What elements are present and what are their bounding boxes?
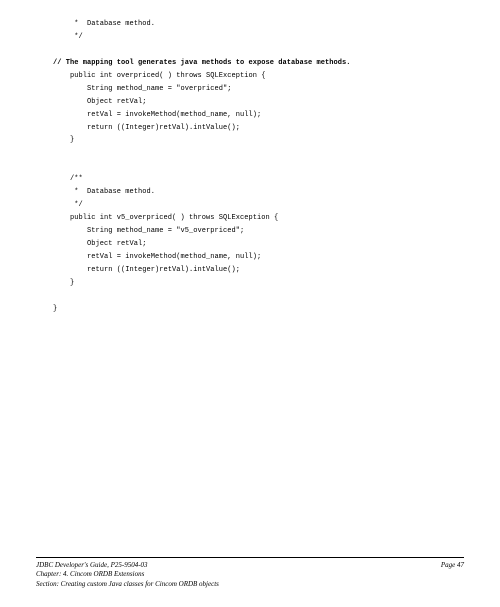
code-line: * Database method.: [36, 20, 155, 28]
code-line: return ((Integer)retVal).intValue();: [36, 266, 240, 274]
code-line: */: [36, 33, 83, 41]
code-line: }: [36, 136, 74, 144]
code-line: public int overpriced( ) throws SQLExcep…: [36, 72, 266, 80]
code-line: retVal = invokeMethod(method_name, null)…: [36, 253, 261, 261]
footer-chapter: Chapter: 4. Cincom ORDB Extensions: [36, 570, 219, 579]
code-line: public int v5_overpriced( ) throws SQLEx…: [36, 214, 278, 222]
code-line: Object retVal;: [36, 98, 147, 106]
code-block: * Database method. */ // The mapping too…: [36, 18, 464, 316]
code-comment-line: // The mapping tool generates java metho…: [36, 59, 351, 67]
code-line: String method_name = "v5_overpriced";: [36, 227, 244, 235]
code-line: /**: [36, 175, 83, 183]
code-line: String method_name = "overpriced";: [36, 85, 232, 93]
footer-guide: JDBC Developer's Guide, P25-9504-03: [36, 561, 219, 570]
code-line: }: [36, 305, 57, 313]
code-line: }: [36, 279, 74, 287]
code-line: return ((Integer)retVal).intValue();: [36, 124, 240, 132]
footer-left: JDBC Developer's Guide, P25-9504-03 Chap…: [36, 561, 219, 589]
code-line: retVal = invokeMethod(method_name, null)…: [36, 111, 261, 119]
code-line: Object retVal;: [36, 240, 147, 248]
code-line: */: [36, 201, 83, 209]
footer-section: Section: Creating custom Java classes fo…: [36, 580, 219, 589]
footer-page-number: Page 47: [441, 561, 464, 589]
code-line: * Database method.: [36, 188, 155, 196]
page-footer: JDBC Developer's Guide, P25-9504-03 Chap…: [36, 557, 464, 589]
